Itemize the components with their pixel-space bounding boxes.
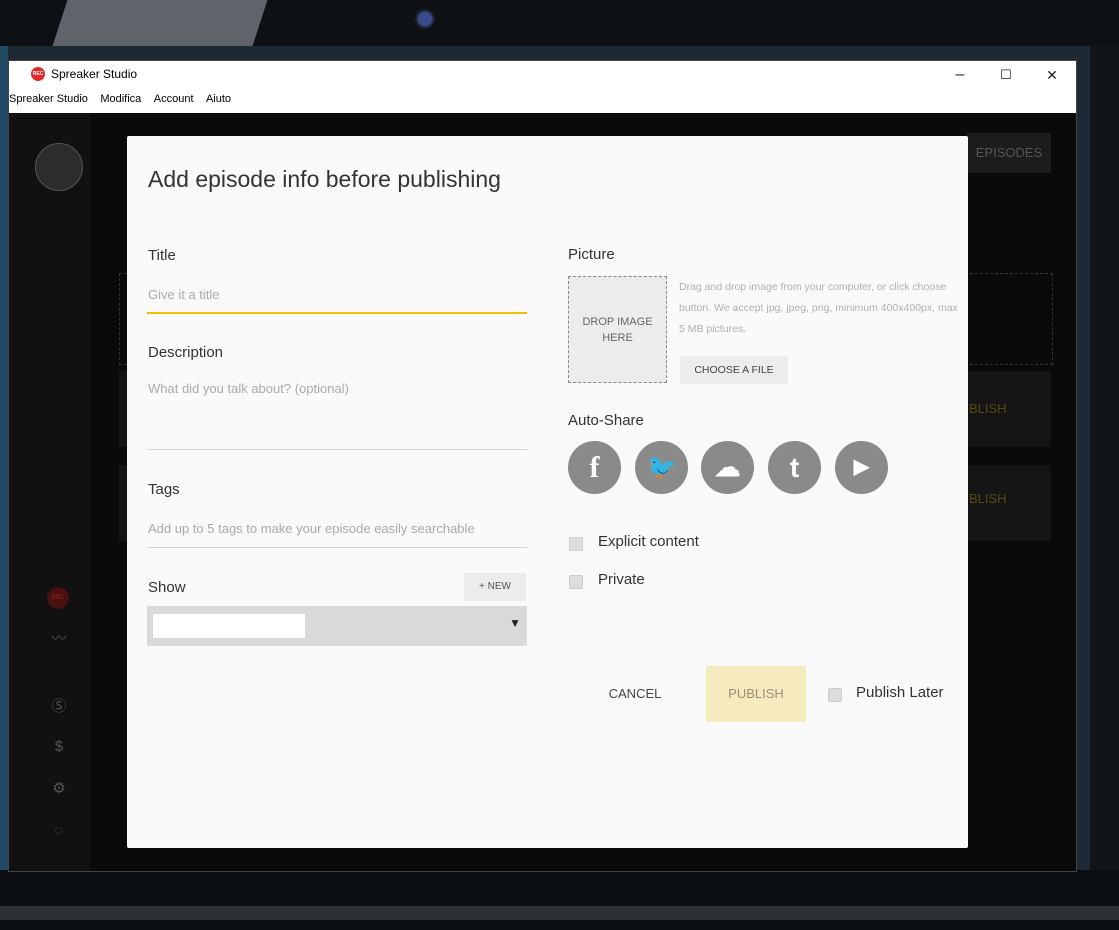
- gear-icon[interactable]: ⚙: [49, 779, 69, 799]
- maximize-button[interactable]: ☐: [983, 61, 1029, 89]
- pulse-icon[interactable]: 〰: [49, 629, 69, 649]
- close-button[interactable]: ✕: [1029, 61, 1075, 89]
- minimize-button[interactable]: –: [937, 61, 983, 89]
- tumblr-icon[interactable]: t: [768, 441, 821, 494]
- window-title: Spreaker Studio: [51, 67, 138, 81]
- tags-label: Tags: [148, 481, 180, 498]
- app-icon: REC: [31, 67, 45, 81]
- title-input[interactable]: Give it a title: [148, 287, 220, 302]
- rec-icon[interactable]: REC: [47, 587, 69, 609]
- title-label: Title: [148, 247, 176, 264]
- desktop-top: [0, 0, 1119, 46]
- show-select-value: [153, 614, 305, 638]
- tags-underline: [147, 547, 527, 548]
- dollar-icon[interactable]: $: [49, 737, 69, 757]
- picture-label: Picture: [568, 246, 615, 263]
- explicit-checkbox[interactable]: [569, 537, 583, 551]
- chevron-down-icon: ▼: [509, 616, 521, 630]
- publish-episode-dialog: Add episode info before publishing Title…: [127, 136, 968, 848]
- menu-account[interactable]: Account: [154, 89, 194, 105]
- publish-later-checkbox[interactable]: [828, 688, 842, 702]
- drop-zone-text: DROP IMAGE HERE: [582, 315, 653, 344]
- picture-help-text: Drag and drop image from your computer, …: [679, 281, 958, 335]
- episodes-button: EPISODES: [967, 133, 1051, 173]
- menu-bar: Spreaker Studio Modifica Account Aiuto: [9, 89, 1076, 114]
- explicit-label: Explicit content: [598, 533, 699, 550]
- desktop-bottom: [0, 870, 1119, 930]
- description-input[interactable]: What did you talk about? (optional): [148, 381, 349, 396]
- twitter-icon[interactable]: 🐦: [635, 441, 688, 494]
- private-label: Private: [598, 571, 645, 588]
- show-select[interactable]: ▼: [147, 606, 527, 646]
- skype-icon[interactable]: Ⓢ: [49, 697, 69, 717]
- title-bar: REC Spreaker Studio – ☐ ✕: [9, 61, 1076, 89]
- new-show-button[interactable]: + NEW: [464, 573, 526, 601]
- screen-bezel: [0, 906, 1119, 920]
- avatar[interactable]: [35, 143, 83, 191]
- image-drop-zone[interactable]: DROP IMAGE HERE: [568, 276, 667, 383]
- support-icon[interactable]: ◌: [49, 821, 69, 841]
- desktop-right-edge: [1090, 46, 1119, 876]
- menu-spreaker-studio[interactable]: Spreaker Studio: [9, 89, 88, 105]
- private-checkbox[interactable]: [569, 575, 583, 589]
- soundcloud-icon[interactable]: ☁: [701, 441, 754, 494]
- title-input-underline: [147, 312, 527, 314]
- cancel-button[interactable]: CANCEL: [593, 666, 677, 722]
- menu-modifica[interactable]: Modifica: [100, 89, 141, 105]
- description-underline: [147, 449, 527, 450]
- youtube-icon[interactable]: ▶: [835, 441, 888, 494]
- tags-input[interactable]: Add up to 5 tags to make your episode ea…: [148, 521, 475, 536]
- description-label: Description: [148, 344, 224, 361]
- background-publish-label: BLISH: [969, 401, 1007, 416]
- auto-share-label: Auto-Share: [568, 412, 644, 429]
- choose-file-button[interactable]: CHOOSE A FILE: [680, 356, 788, 384]
- facebook-icon[interactable]: f: [568, 441, 621, 494]
- desktop-left-edge: [0, 46, 8, 930]
- menu-aiuto[interactable]: Aiuto: [206, 89, 231, 105]
- desktop-decor: [52, 0, 268, 46]
- show-label: Show: [148, 579, 186, 596]
- sidebar: REC 〰 Ⓢ $ ⚙ ◌: [9, 113, 91, 871]
- publish-later-label: Publish Later: [856, 684, 944, 701]
- dialog-title: Add episode info before publishing: [148, 166, 501, 192]
- webcam-indicator: [418, 12, 432, 26]
- background-publish-label: BLISH: [969, 491, 1007, 506]
- publish-button[interactable]: PUBLISH: [706, 666, 806, 722]
